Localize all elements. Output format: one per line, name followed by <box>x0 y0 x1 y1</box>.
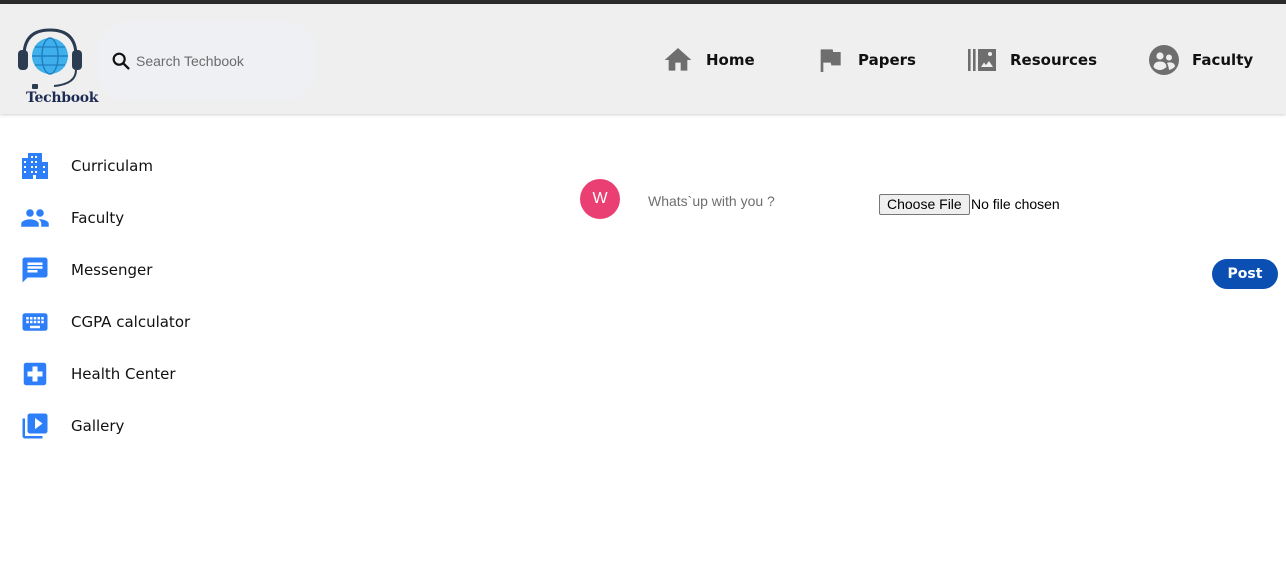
techbook-logo[interactable]: Techbook <box>14 26 98 106</box>
nav-home[interactable]: Home <box>662 34 755 86</box>
logo-globe-icon <box>18 28 82 89</box>
sidebar-item-gallery[interactable]: Gallery <box>20 400 250 452</box>
choose-file-button[interactable]: Choose File <box>879 194 970 215</box>
nav-papers-label: Papers <box>858 51 916 69</box>
sidebar-item-messenger[interactable]: Messenger <box>20 244 250 296</box>
sidebar-item-label: Curriculam <box>71 157 153 175</box>
nav-resources[interactable]: Resources <box>966 34 1097 86</box>
supervised-user-icon <box>1149 45 1179 75</box>
keyboard-icon <box>22 313 48 331</box>
home-icon <box>664 48 692 71</box>
sidebar-item-cgpa-calculator[interactable]: CGPA calculator <box>20 296 250 348</box>
avatar[interactable]: W <box>580 179 620 219</box>
sidebar-item-label: CGPA calculator <box>71 313 191 331</box>
logo-text: Techbook <box>26 90 99 106</box>
chat-icon <box>22 257 48 283</box>
search-icon <box>112 52 130 70</box>
medical-cross-icon <box>23 362 47 386</box>
nav-home-label: Home <box>706 51 755 69</box>
sidebar-item-label: Health Center <box>71 365 176 383</box>
people-icon <box>21 209 49 227</box>
nav-faculty-label: Faculty <box>1192 51 1254 69</box>
no-file-text: No file chosen <box>971 196 1060 212</box>
search-input[interactable] <box>136 53 306 69</box>
sidebar-item-health-center[interactable]: Health Center <box>20 348 250 400</box>
nav-faculty[interactable]: Faculty <box>1148 34 1253 86</box>
sidebar-item-label: Gallery <box>71 417 125 435</box>
sidebar-item-faculty[interactable]: Faculty <box>20 192 250 244</box>
post-button[interactable]: Post <box>1212 259 1278 289</box>
sidebar-item-label: Messenger <box>71 261 153 279</box>
building-icon <box>22 153 48 179</box>
nav-papers[interactable]: Papers <box>814 34 916 86</box>
sidebar-item-label: Faculty <box>71 209 125 227</box>
header: Techbook Home Papers Resources <box>0 4 1286 114</box>
nav-resources-label: Resources <box>1010 51 1098 69</box>
video-library-icon <box>22 413 48 439</box>
search-box[interactable] <box>98 22 316 100</box>
status-input[interactable] <box>648 190 868 212</box>
sidebar-item-curriculam[interactable]: Curriculam <box>20 140 250 192</box>
flag-icon <box>820 49 841 72</box>
photo-library-icon <box>968 49 996 71</box>
